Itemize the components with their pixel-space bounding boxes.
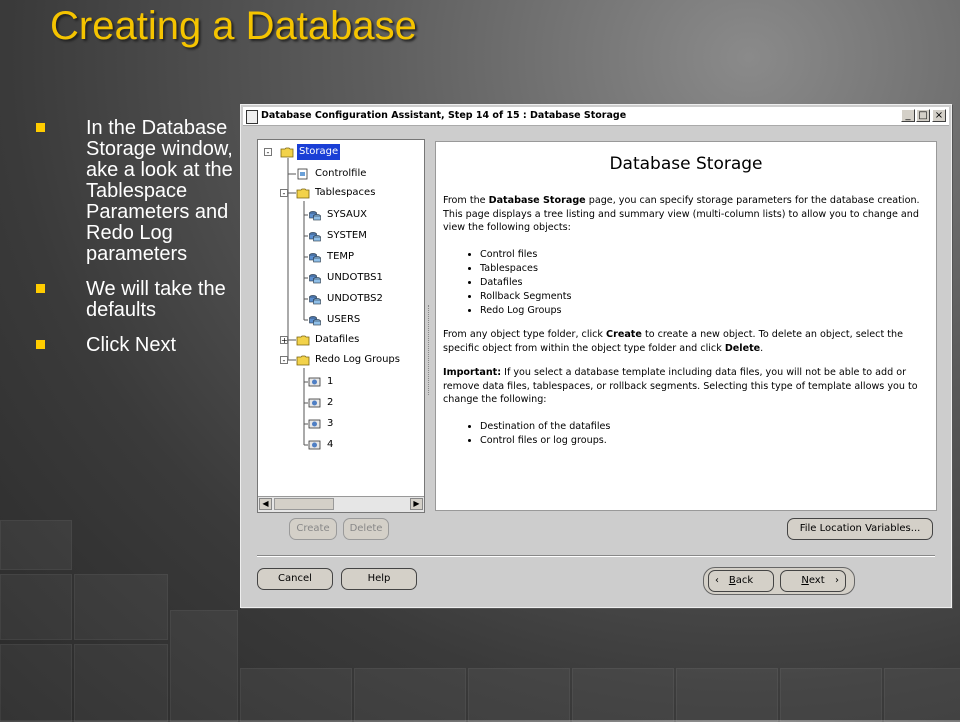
app-icon — [246, 110, 258, 124]
next-label: ext — [808, 575, 825, 586]
navigation-group: ‹ Back Next › — [703, 567, 855, 595]
create-button[interactable]: Create — [289, 518, 337, 540]
back-button[interactable]: ‹ Back — [708, 570, 774, 592]
intro-paragraph: From the Database Storage page, you can … — [443, 194, 931, 235]
tree-node-label: Controlfile — [315, 168, 367, 179]
list-item: Control files — [480, 248, 571, 262]
tree-node-label: Storage — [297, 144, 341, 160]
file-location-variables-button[interactable]: File Location Variables... — [787, 518, 933, 540]
bullet-text: In the Database Storage window, ake a lo… — [86, 117, 233, 265]
bullet-list: In the Database Storage window, ake a lo… — [34, 118, 234, 370]
next-button[interactable]: Next › — [780, 570, 846, 592]
expand-icon[interactable]: + — [280, 336, 288, 345]
create-delete-paragraph: From any object type folder, click Creat… — [443, 328, 931, 355]
tree-horizontal-scrollbar[interactable]: ◀ ▶ — [258, 496, 424, 512]
next-chevron-icon: › — [835, 575, 839, 586]
content-heading: Database Storage — [609, 154, 763, 174]
bullet-text: Click Next — [86, 334, 177, 356]
tablespace-icon — [309, 232, 321, 242]
object-list: Control files Tablespaces Datafiles Roll… — [443, 248, 571, 318]
dca-window: Database Configuration Assistant, Step 1… — [240, 104, 952, 608]
bullet-item: Click Next — [34, 335, 234, 356]
folder-icon — [296, 335, 310, 346]
window-titlebar[interactable]: Database Configuration Assistant, Step 1… — [243, 107, 949, 126]
tablespace-icon — [309, 274, 321, 284]
help-content-pane: Database Storage From the Database Stora… — [435, 141, 937, 511]
back-label: ack — [735, 575, 754, 586]
list-item: Datafiles — [480, 276, 571, 290]
controlfile-icon — [297, 168, 308, 180]
changeable-list: Destination of the datafiles Control fil… — [443, 420, 610, 448]
tree-node-label: Datafiles — [315, 334, 360, 345]
cancel-button[interactable]: Cancel — [257, 568, 333, 590]
back-mnemonic: B — [728, 575, 736, 586]
bullet-marker — [36, 340, 45, 349]
folder-icon — [296, 355, 310, 366]
list-item: Control files or log groups. — [480, 434, 610, 448]
scroll-right-icon[interactable]: ▶ — [410, 498, 423, 510]
tree-node-label: 2 — [327, 397, 334, 408]
redo-log-icon — [308, 398, 321, 408]
redo-log-icon — [308, 440, 321, 450]
text: From any object type folder, click — [443, 329, 607, 340]
collapse-icon[interactable]: - — [280, 356, 288, 365]
maximize-button[interactable]: □ — [916, 109, 930, 122]
tablespace-icon — [309, 253, 321, 263]
text: From the — [443, 195, 489, 206]
collapse-icon[interactable]: - — [280, 189, 288, 198]
tree-node-label: 3 — [327, 418, 334, 429]
bullet-item: In the Database Storage window, ake a lo… — [34, 118, 234, 265]
help-button[interactable]: Help — [341, 568, 417, 590]
bullet-item: We will take the defaults — [34, 279, 234, 321]
list-item: Rollback Segments — [480, 290, 571, 304]
tree-node-label: 1 — [327, 376, 334, 387]
tree-node-label: SYSAUX — [327, 209, 367, 220]
collapse-icon[interactable]: - — [264, 148, 272, 157]
scrollbar-thumb[interactable] — [274, 498, 334, 510]
text-bold: Delete — [724, 342, 761, 354]
delete-button[interactable]: Delete — [343, 518, 389, 540]
important-paragraph: Important: If you select a database temp… — [443, 366, 931, 407]
redo-log-icon — [308, 377, 321, 387]
tree-node-label: 4 — [327, 439, 334, 450]
tablespace-icon — [309, 316, 321, 326]
pane-splitter[interactable] — [428, 305, 433, 395]
tree-node-label: UNDOTBS2 — [327, 293, 383, 304]
text-bold: Database Storage — [488, 195, 586, 206]
tree-node-label: SYSTEM — [327, 230, 367, 241]
text: If you select a database template includ… — [443, 367, 918, 405]
storage-tree: - Storage Controlfile - Tablespaces SYSAUX SYS… — [258, 140, 424, 496]
button-separator — [257, 555, 935, 557]
window-title: Database Configuration Assistant, Step 1… — [261, 110, 627, 121]
list-item: Destination of the datafiles — [480, 420, 610, 434]
redo-log-icon — [308, 419, 321, 429]
list-item: Redo Log Groups — [480, 304, 571, 318]
bullet-marker — [36, 284, 45, 293]
tree-node-label: Redo Log Groups — [315, 354, 400, 365]
tablespace-icon — [309, 211, 321, 221]
scroll-left-icon[interactable]: ◀ — [259, 498, 272, 510]
slide-title: Creating a Database — [50, 4, 417, 48]
tree-node-label: USERS — [327, 314, 361, 325]
tree-node-label: UNDOTBS1 — [327, 272, 383, 283]
bullet-text: We will take the defaults — [86, 278, 226, 321]
next-mnemonic: N — [801, 575, 809, 586]
folder-icon — [280, 147, 294, 158]
tree-node-label: Tablespaces — [315, 187, 376, 198]
back-chevron-icon: ‹ — [715, 575, 719, 586]
list-item: Tablespaces — [480, 262, 571, 276]
text: . — [760, 342, 764, 354]
folder-icon — [296, 188, 310, 199]
close-button[interactable]: × — [932, 109, 946, 122]
text-bold: Create — [606, 329, 642, 340]
tree-node-label: TEMP — [327, 251, 355, 262]
storage-tree-panel: - Storage Controlfile - Tablespaces SYSAUX SYS… — [257, 139, 425, 513]
text-bold: Important: — [443, 367, 502, 378]
tablespace-icon — [309, 295, 321, 305]
minimize-button[interactable]: _ — [901, 109, 915, 122]
bullet-marker — [36, 123, 45, 132]
